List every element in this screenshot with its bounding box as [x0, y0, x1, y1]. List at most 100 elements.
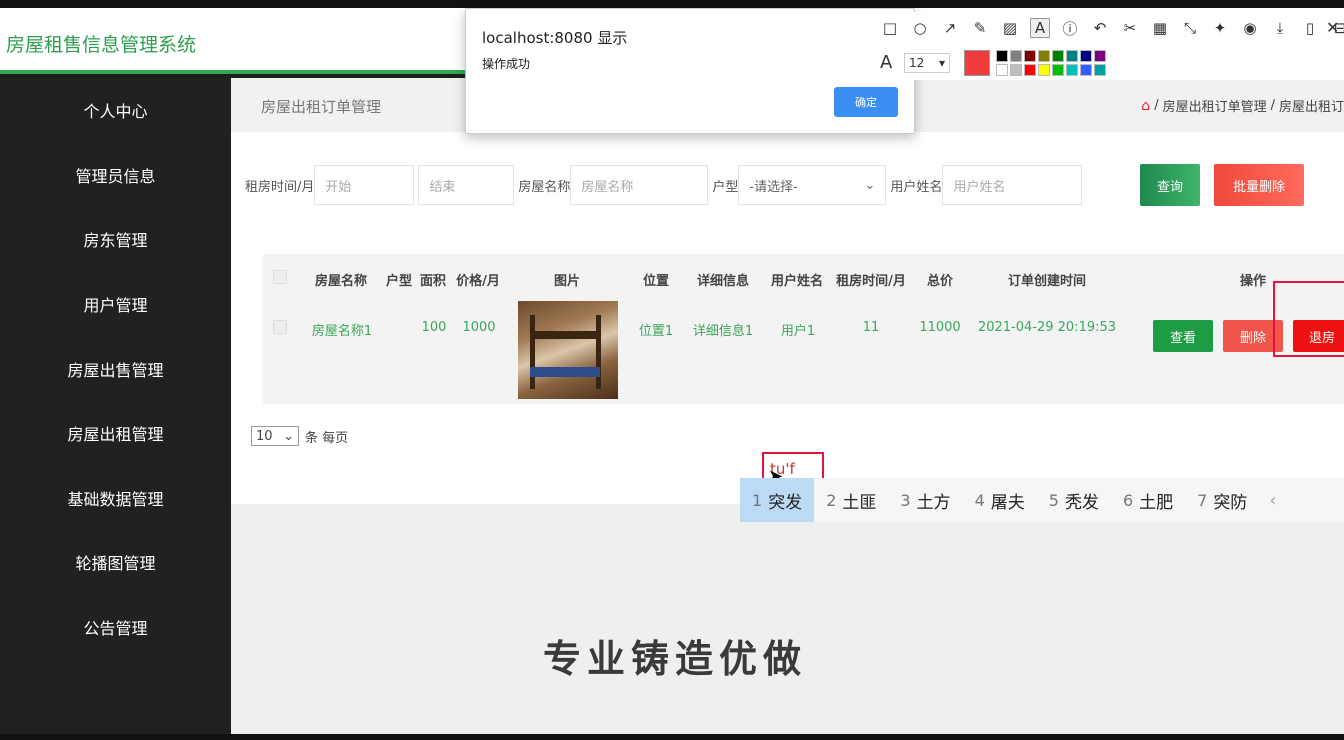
col-type: 户型 [385, 274, 413, 289]
rent-end-input[interactable]: 结束 [418, 165, 515, 205]
font-icon: A [880, 52, 893, 73]
house-name-label: 房屋名称 [518, 179, 571, 195]
type-label: 户型 [712, 179, 739, 195]
color-swatch[interactable] [1066, 64, 1078, 76]
pencil-tool-icon[interactable]: ✎ [970, 18, 990, 38]
sidebar-item-notice[interactable]: 公告管理 [0, 595, 231, 660]
select-all-checkbox[interactable] [273, 270, 287, 284]
row-months: 11 [862, 320, 880, 335]
ime-candidate[interactable]: 6 土肥 [1111, 478, 1185, 522]
row-area: 100 [421, 320, 447, 335]
col-detail: 详细信息 [696, 274, 750, 289]
checkout-button[interactable]: 退房 [1293, 320, 1344, 352]
row-location: 位置1 [638, 324, 674, 339]
color-palette [996, 50, 1106, 76]
sidebar-item-house-sale[interactable]: 房屋出售管理 [0, 336, 231, 401]
color-swatch[interactable] [1038, 64, 1050, 76]
breadcrumb-sep: / [1270, 98, 1275, 113]
annotation-tools: □ ○ ↗ ✎ ▨ A ⓘ ↶ ✂ ▦ ⤡ ✦ ◉ ⤓ ▯ ⊟ ▭ [880, 18, 1344, 38]
page-size-select[interactable]: 10 ⌄ [251, 426, 299, 446]
color-swatch[interactable] [1080, 50, 1092, 62]
col-created: 订单创建时间 [1007, 274, 1087, 289]
per-page-label: 条 每页 [305, 430, 349, 446]
record-icon[interactable]: ◉ [1240, 18, 1260, 38]
chevron-left-icon[interactable]: ‹ [1259, 490, 1286, 511]
row-created: 2021-04-29 20:19:53 [977, 320, 1117, 335]
color-swatch[interactable] [1052, 64, 1064, 76]
breadcrumb-item[interactable]: 房屋出租订单管理 [1163, 96, 1267, 115]
sidebar-item-house-rent[interactable]: 房屋出租管理 [0, 401, 231, 466]
view-button[interactable]: 查看 [1153, 320, 1213, 352]
color-swatch[interactable] [1010, 50, 1022, 62]
home-icon[interactable]: ⌂ [1141, 98, 1150, 114]
text-tool-icon[interactable]: A [1030, 18, 1050, 38]
user-name-input[interactable]: 用户姓名 [942, 165, 1083, 205]
type-select-value: -请选择- [749, 179, 798, 195]
sidebar: 个人中心 管理员信息 房东管理 用户管理 房屋出售管理 房屋出租管理 基础数据管… [0, 78, 231, 740]
ellipse-tool-icon[interactable]: ○ [910, 18, 930, 38]
ime-candidate[interactable]: 4 屠夫 [963, 478, 1037, 522]
color-swatch[interactable] [1010, 64, 1022, 76]
ime-candidate[interactable]: 5 秃发 [1037, 478, 1111, 522]
main-area: 房屋出租订单管理 ⌂ / 房屋出租订单管理 / 房屋出租订 租房时间/月 开始 … [231, 78, 1344, 740]
house-name-input[interactable]: 房屋名称 [570, 165, 709, 205]
color-swatch[interactable] [1052, 50, 1064, 62]
breadcrumb-sep: / [1154, 98, 1159, 113]
download-icon[interactable]: ⤓ [1270, 18, 1290, 38]
color-swatch[interactable] [1024, 64, 1036, 76]
col-months: 租房时间/月 [836, 274, 906, 289]
row-checkbox[interactable] [273, 320, 287, 334]
close-icon[interactable]: ✕ [1326, 18, 1339, 37]
breadcrumb: ⌂ / 房屋出租订单管理 / 房屋出租订 [1141, 96, 1344, 116]
row-user: 用户1 [780, 324, 816, 339]
ime-candidate[interactable]: 1 突发 [740, 478, 815, 522]
type-select[interactable]: -请选择- ⌄ [738, 165, 887, 205]
shrink-icon[interactable]: ⤡ [1180, 18, 1200, 38]
sidebar-item-carousel[interactable]: 轮播图管理 [0, 530, 231, 595]
rent-start-input[interactable]: 开始 [314, 165, 415, 205]
color-swatch[interactable] [1080, 64, 1092, 76]
page-size-value: 10 [256, 428, 273, 444]
font-size-value: 12 [909, 56, 925, 70]
app-title: 房屋租售信息管理系统 [6, 34, 197, 56]
page-title: 房屋出租订单管理 [261, 98, 382, 116]
ocr-icon[interactable]: ▦ [1150, 18, 1170, 38]
undo-icon[interactable]: ↶ [1090, 18, 1110, 38]
sidebar-item-personal-center[interactable]: 个人中心 [0, 78, 231, 143]
mosaic-tool-icon[interactable]: ▨ [1000, 18, 1020, 38]
color-swatch[interactable] [1024, 50, 1036, 62]
pagination: 10 ⌄ 条 每页 [251, 426, 348, 446]
cut-icon[interactable]: ✂ [1120, 18, 1140, 38]
color-swatch[interactable] [996, 64, 1008, 76]
current-color-swatch[interactable] [964, 50, 990, 76]
dialog-title: localhost:8080 显示 [482, 29, 628, 47]
triangle-down-icon: ▾ [938, 56, 945, 70]
color-swatch[interactable] [996, 50, 1008, 62]
sidebar-item-admin-info[interactable]: 管理员信息 [0, 143, 231, 208]
ime-candidate[interactable]: 3 土方 [888, 478, 962, 522]
chevron-down-icon: ⌄ [283, 428, 294, 444]
user-name-label: 用户姓名 [890, 179, 943, 195]
ime-candidate[interactable]: 2 土匪 [814, 478, 888, 522]
arrow-tool-icon[interactable]: ↗ [940, 18, 960, 38]
breadcrumb-item: 房屋出租订 [1278, 100, 1344, 115]
sidebar-item-basic-data[interactable]: 基础数据管理 [0, 466, 231, 531]
copy-icon[interactable]: ▯ [1300, 18, 1320, 38]
font-size-select[interactable]: 12 ▾ [904, 53, 950, 73]
sidebar-item-users[interactable]: 用户管理 [0, 272, 231, 337]
pin-icon[interactable]: ✦ [1210, 18, 1230, 38]
color-swatch[interactable] [1038, 50, 1050, 62]
dialog-ok-button[interactable]: 确定 [834, 87, 898, 117]
query-button[interactable]: 查询 [1140, 164, 1200, 206]
sidebar-item-landlord[interactable]: 房东管理 [0, 207, 231, 272]
ime-candidate[interactable]: 7 突防 [1185, 478, 1259, 522]
color-swatch[interactable] [1094, 50, 1106, 62]
color-swatch[interactable] [1066, 50, 1078, 62]
rent-time-label: 租房时间/月 [245, 179, 315, 195]
number-tool-icon[interactable]: ⓘ [1060, 18, 1080, 38]
color-swatch[interactable] [1094, 64, 1106, 76]
batch-delete-button[interactable]: 批量删除 [1214, 164, 1304, 206]
rectangle-tool-icon[interactable]: □ [880, 18, 900, 38]
window-top-edge [0, 0, 1344, 8]
col-actions: 操作 [1239, 274, 1267, 289]
